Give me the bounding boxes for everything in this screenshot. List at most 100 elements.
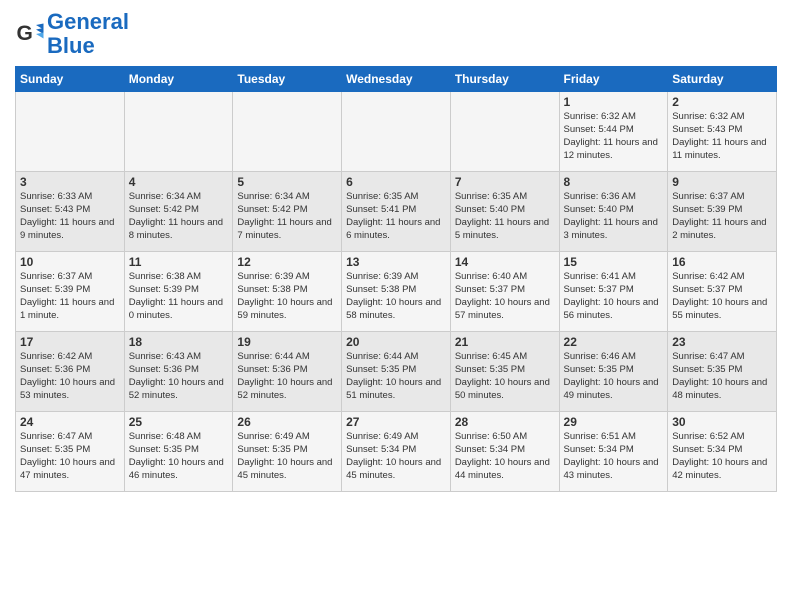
day-number: 21 <box>455 335 555 349</box>
day-info: Sunrise: 6:52 AMSunset: 5:34 PMDaylight:… <box>672 431 772 482</box>
day-cell: 5 Sunrise: 6:34 AMSunset: 5:42 PMDaylight… <box>233 172 342 252</box>
day-info: Sunrise: 6:37 AMSunset: 5:39 PMDaylight:… <box>672 191 772 242</box>
day-info: Sunrise: 6:32 AMSunset: 5:44 PMDaylight:… <box>564 111 664 162</box>
day-info: Sunrise: 6:47 AMSunset: 5:35 PMDaylight:… <box>20 431 120 482</box>
day-number: 3 <box>20 175 120 189</box>
day-info: Sunrise: 6:46 AMSunset: 5:35 PMDaylight:… <box>564 351 664 402</box>
day-cell: 19 Sunrise: 6:44 AMSunset: 5:36 PMDayligh… <box>233 332 342 412</box>
day-number: 27 <box>346 415 446 429</box>
day-info: Sunrise: 6:49 AMSunset: 5:34 PMDaylight:… <box>346 431 446 482</box>
day-number: 20 <box>346 335 446 349</box>
day-cell: 27 Sunrise: 6:49 AMSunset: 5:34 PMDayligh… <box>342 412 451 492</box>
header: G General Blue <box>15 10 777 58</box>
day-info: Sunrise: 6:32 AMSunset: 5:43 PMDaylight:… <box>672 111 772 162</box>
day-cell: 13 Sunrise: 6:39 AMSunset: 5:38 PMDayligh… <box>342 252 451 332</box>
day-cell <box>124 92 233 172</box>
day-number: 11 <box>129 255 229 269</box>
svg-text:G: G <box>17 22 33 45</box>
day-info: Sunrise: 6:50 AMSunset: 5:34 PMDaylight:… <box>455 431 555 482</box>
day-info: Sunrise: 6:42 AMSunset: 5:37 PMDaylight:… <box>672 271 772 322</box>
weekday-header-saturday: Saturday <box>668 67 777 92</box>
day-cell: 26Sunrise: 6:49 AMSunset: 5:35 PMDayligh… <box>233 412 342 492</box>
day-info: Sunrise: 6:48 AMSunset: 5:35 PMDaylight:… <box>129 431 229 482</box>
day-number: 24 <box>20 415 120 429</box>
day-number: 10 <box>20 255 120 269</box>
weekday-header-row: SundayMondayTuesdayWednesdayThursdayFrid… <box>16 67 777 92</box>
day-number: 15 <box>564 255 664 269</box>
day-number: 5 <box>237 175 337 189</box>
day-number: 8 <box>564 175 664 189</box>
day-number: 12 <box>237 255 337 269</box>
day-cell <box>233 92 342 172</box>
week-row-1: 1Sunrise: 6:32 AMSunset: 5:44 PMDaylight… <box>16 92 777 172</box>
day-number: 26 <box>237 415 337 429</box>
day-info: Sunrise: 6:39 AMSunset: 5:38 PMDaylight:… <box>346 271 446 322</box>
logo-icon: G <box>15 19 45 49</box>
day-cell: 1Sunrise: 6:32 AMSunset: 5:44 PMDaylight… <box>559 92 668 172</box>
day-info: Sunrise: 6:33 AMSunset: 5:43 PMDaylight:… <box>20 191 120 242</box>
day-number: 19 <box>237 335 337 349</box>
day-cell: 11Sunrise: 6:38 AMSunset: 5:39 PMDayligh… <box>124 252 233 332</box>
day-info: Sunrise: 6:35 AMSunset: 5:40 PMDaylight:… <box>455 191 555 242</box>
day-info: Sunrise: 6:36 AMSunset: 5:40 PMDaylight:… <box>564 191 664 242</box>
day-cell: 15 Sunrise: 6:41 AMSunset: 5:37 PMDayligh… <box>559 252 668 332</box>
day-number: 29 <box>564 415 664 429</box>
day-cell: 16 Sunrise: 6:42 AMSunset: 5:37 PMDayligh… <box>668 252 777 332</box>
weekday-header-monday: Monday <box>124 67 233 92</box>
day-info: Sunrise: 6:51 AMSunset: 5:34 PMDaylight:… <box>564 431 664 482</box>
day-cell: 3 Sunrise: 6:33 AMSunset: 5:43 PMDaylight… <box>16 172 125 252</box>
calendar-table: SundayMondayTuesdayWednesdayThursdayFrid… <box>15 66 777 492</box>
day-number: 16 <box>672 255 772 269</box>
day-number: 17 <box>20 335 120 349</box>
day-info: Sunrise: 6:47 AMSunset: 5:35 PMDaylight:… <box>672 351 772 402</box>
day-number: 2 <box>672 95 772 109</box>
day-info: Sunrise: 6:39 AMSunset: 5:38 PMDaylight:… <box>237 271 337 322</box>
day-cell: 25Sunrise: 6:48 AMSunset: 5:35 PMDayligh… <box>124 412 233 492</box>
week-row-5: 24 Sunrise: 6:47 AMSunset: 5:35 PMDayligh… <box>16 412 777 492</box>
day-cell: 18 Sunrise: 6:43 AMSunset: 5:36 PMDayligh… <box>124 332 233 412</box>
day-cell: 21 Sunrise: 6:45 AMSunset: 5:35 PMDayligh… <box>450 332 559 412</box>
day-cell: 9 Sunrise: 6:37 AMSunset: 5:39 PMDaylight… <box>668 172 777 252</box>
day-cell: 28 Sunrise: 6:50 AMSunset: 5:34 PMDayligh… <box>450 412 559 492</box>
day-cell: 23 Sunrise: 6:47 AMSunset: 5:35 PMDayligh… <box>668 332 777 412</box>
day-info: Sunrise: 6:40 AMSunset: 5:37 PMDaylight:… <box>455 271 555 322</box>
day-cell: 7 Sunrise: 6:35 AMSunset: 5:40 PMDaylight… <box>450 172 559 252</box>
week-row-3: 10 Sunrise: 6:37 AMSunset: 5:39 PMDayligh… <box>16 252 777 332</box>
day-cell <box>16 92 125 172</box>
day-info: Sunrise: 6:37 AMSunset: 5:39 PMDaylight:… <box>20 271 120 322</box>
day-info: Sunrise: 6:44 AMSunset: 5:36 PMDaylight:… <box>237 351 337 402</box>
day-cell: 30Sunrise: 6:52 AMSunset: 5:34 PMDayligh… <box>668 412 777 492</box>
day-number: 23 <box>672 335 772 349</box>
day-cell <box>450 92 559 172</box>
day-number: 7 <box>455 175 555 189</box>
day-info: Sunrise: 6:43 AMSunset: 5:36 PMDaylight:… <box>129 351 229 402</box>
day-cell: 10 Sunrise: 6:37 AMSunset: 5:39 PMDayligh… <box>16 252 125 332</box>
day-info: Sunrise: 6:35 AMSunset: 5:41 PMDaylight:… <box>346 191 446 242</box>
calendar-page: G General Blue SundayMondayTuesdayWednes… <box>0 0 792 502</box>
day-info: Sunrise: 6:34 AMSunset: 5:42 PMDaylight:… <box>237 191 337 242</box>
weekday-header-friday: Friday <box>559 67 668 92</box>
day-info: Sunrise: 6:44 AMSunset: 5:35 PMDaylight:… <box>346 351 446 402</box>
day-cell: 4Sunrise: 6:34 AMSunset: 5:42 PMDaylight… <box>124 172 233 252</box>
day-number: 28 <box>455 415 555 429</box>
day-info: Sunrise: 6:45 AMSunset: 5:35 PMDaylight:… <box>455 351 555 402</box>
logo: G General Blue <box>15 10 129 58</box>
day-number: 9 <box>672 175 772 189</box>
day-info: Sunrise: 6:42 AMSunset: 5:36 PMDaylight:… <box>20 351 120 402</box>
day-cell: 2 Sunrise: 6:32 AMSunset: 5:43 PMDaylight… <box>668 92 777 172</box>
day-info: Sunrise: 6:41 AMSunset: 5:37 PMDaylight:… <box>564 271 664 322</box>
day-number: 6 <box>346 175 446 189</box>
logo-text: General Blue <box>47 10 129 58</box>
weekday-header-tuesday: Tuesday <box>233 67 342 92</box>
day-number: 22 <box>564 335 664 349</box>
day-cell: 14Sunrise: 6:40 AMSunset: 5:37 PMDayligh… <box>450 252 559 332</box>
day-cell: 6 Sunrise: 6:35 AMSunset: 5:41 PMDaylight… <box>342 172 451 252</box>
day-cell <box>342 92 451 172</box>
day-cell: 24 Sunrise: 6:47 AMSunset: 5:35 PMDayligh… <box>16 412 125 492</box>
day-number: 13 <box>346 255 446 269</box>
day-cell: 29 Sunrise: 6:51 AMSunset: 5:34 PMDayligh… <box>559 412 668 492</box>
day-cell: 20 Sunrise: 6:44 AMSunset: 5:35 PMDayligh… <box>342 332 451 412</box>
day-number: 18 <box>129 335 229 349</box>
day-number: 4 <box>129 175 229 189</box>
week-row-4: 17 Sunrise: 6:42 AMSunset: 5:36 PMDayligh… <box>16 332 777 412</box>
